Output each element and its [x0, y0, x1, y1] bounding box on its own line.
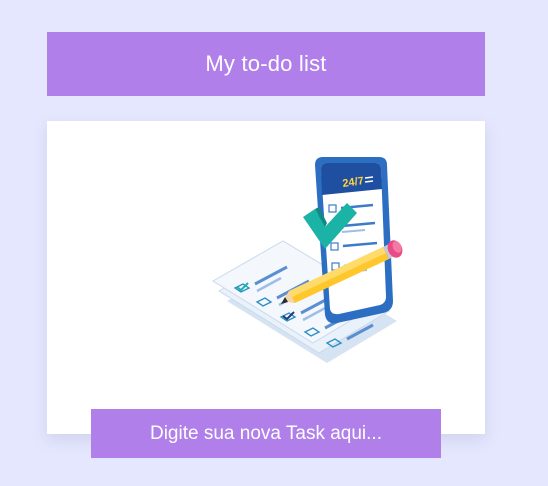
page-title: My to-do list	[205, 51, 327, 76]
checklist-phone-illustration: 24/7	[212, 157, 403, 363]
illustration-card: 24/7	[47, 121, 485, 434]
new-task-input[interactable]	[91, 409, 441, 458]
app-header: My to-do list	[47, 32, 485, 96]
